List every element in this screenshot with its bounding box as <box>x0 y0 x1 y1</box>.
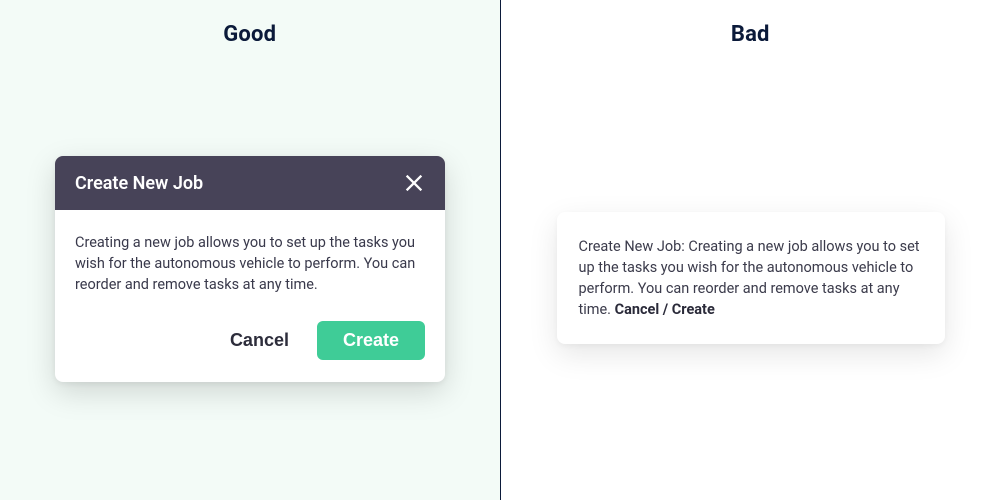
comparison-container: Good Create New Job Creating a new job a… <box>0 0 1000 500</box>
bad-pane: Bad Create New Job: Creating a new job a… <box>501 0 1000 500</box>
cancel-button[interactable]: Cancel <box>230 330 289 351</box>
bad-example-card: Create New Job: Creating a new job allow… <box>557 212 945 344</box>
create-job-dialog: Create New Job Creating a new job allows… <box>55 156 445 382</box>
dialog-body-text: Creating a new job allows you to set up … <box>55 210 445 303</box>
bad-card-prefix: Create New Job: <box>579 238 689 255</box>
dialog-actions: Cancel Create <box>55 303 445 382</box>
dialog-title: Create New Job <box>75 173 203 194</box>
close-icon[interactable] <box>403 172 425 194</box>
bad-card-actions-text: Cancel / Create <box>615 301 715 318</box>
dialog-header: Create New Job <box>55 156 445 210</box>
good-heading: Good <box>0 22 500 47</box>
good-pane: Good Create New Job Creating a new job a… <box>0 0 500 500</box>
bad-heading: Bad <box>501 22 1000 47</box>
create-button[interactable]: Create <box>317 321 425 360</box>
